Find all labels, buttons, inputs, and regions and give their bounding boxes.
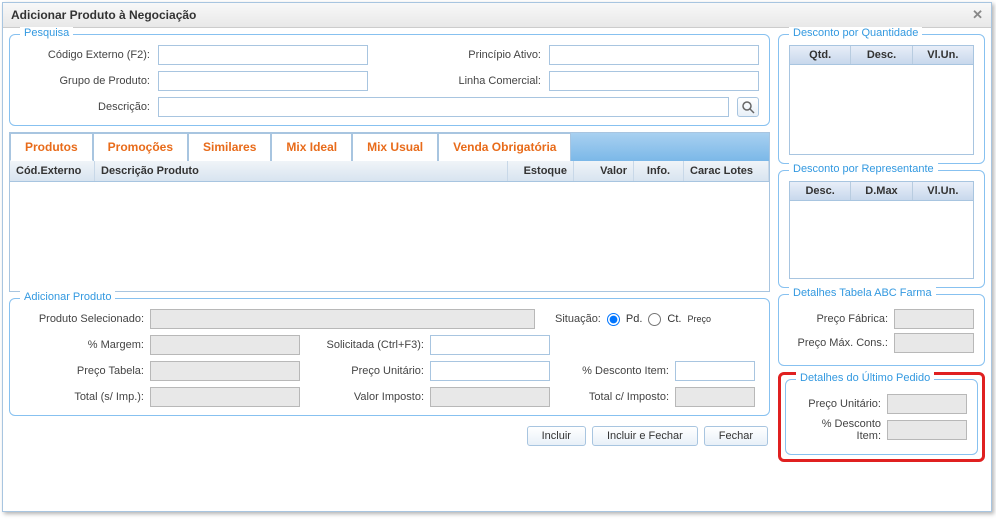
- linha-comercial-label: Linha Comercial:: [431, 75, 541, 87]
- left-column: Pesquisa Código Externo (F2): Princípio …: [9, 34, 770, 462]
- ultimo-preco-unit-label: Preço Unitário:: [796, 398, 881, 410]
- abc-legend: Detalhes Tabela ABC Farma: [789, 287, 936, 299]
- col-vlun[interactable]: Vl.Un.: [913, 46, 973, 64]
- ultimo-pct-desc-label: % Desconto Item:: [796, 418, 881, 442]
- col-qtd[interactable]: Qtd.: [790, 46, 851, 64]
- preco-unitario-label: Preço Unitário:: [320, 365, 430, 377]
- right-column: Desconto por Quantidade Qtd. Desc. Vl.Un…: [778, 34, 985, 462]
- col-desc[interactable]: Desc.: [851, 46, 912, 64]
- ultimo-preco-unit-input: [887, 394, 967, 414]
- situacao-ct-radio[interactable]: [648, 313, 661, 326]
- tab-produtos[interactable]: Produtos: [10, 133, 93, 161]
- total-c-imp-input: [675, 387, 755, 407]
- button-row: Incluir Incluir e Fechar Fechar: [9, 422, 770, 448]
- grupo-produto-input[interactable]: [158, 71, 368, 91]
- produto-sel-input: [150, 309, 535, 329]
- ct-label: Ct.: [667, 313, 681, 325]
- total-c-imp-label: Total c/ Imposto:: [555, 391, 675, 403]
- desconto-qtd-body: [789, 65, 974, 155]
- total-s-imp-label: Total (s/ Imp.):: [20, 391, 150, 403]
- dialog-window: Adicionar Produto à Negociação ✕ Pesquis…: [2, 2, 992, 512]
- preco-fabrica-input: [894, 309, 974, 329]
- solicitada-input[interactable]: [430, 335, 550, 355]
- tab-similares[interactable]: Similares: [188, 133, 271, 161]
- col-valor[interactable]: Valor: [574, 161, 634, 181]
- pct-margem-input: [150, 335, 300, 355]
- grupo-produto-label: Grupo de Produto:: [20, 75, 150, 87]
- desconto-qtd-legend: Desconto por Quantidade: [789, 27, 922, 39]
- preco-max-label: Preço Máx. Cons.:: [789, 337, 888, 349]
- ultimo-pedido-fieldset: Detalhes do Último Pedido Preço Unitário…: [785, 379, 978, 455]
- desconto-qtd-fieldset: Desconto por Quantidade Qtd. Desc. Vl.Un…: [778, 34, 985, 164]
- pct-desconto-label: % Desconto Item:: [555, 365, 675, 377]
- col-dmax[interactable]: D.Max: [851, 182, 912, 200]
- principio-ativo-input[interactable]: [549, 45, 759, 65]
- tab-promocoes[interactable]: Promoções: [93, 133, 188, 161]
- ultimo-pct-desc-input: [887, 420, 967, 440]
- grid-header: Cód.Externo Descrição Produto Estoque Va…: [10, 161, 769, 182]
- pesquisa-fieldset: Pesquisa Código Externo (F2): Princípio …: [9, 34, 770, 126]
- ultimo-pedido-highlight: Detalhes do Último Pedido Preço Unitário…: [778, 372, 985, 462]
- descricao-label: Descrição:: [20, 101, 150, 113]
- principio-ativo-label: Princípio Ativo:: [431, 49, 541, 61]
- search-button[interactable]: [737, 97, 759, 117]
- close-icon[interactable]: ✕: [972, 7, 983, 23]
- pd-label: Pd.: [626, 313, 643, 325]
- tab-body: Cód.Externo Descrição Produto Estoque Va…: [10, 161, 769, 291]
- desconto-rep-fieldset: Desconto por Representante Desc. D.Max V…: [778, 170, 985, 288]
- col-cod-externo[interactable]: Cód.Externo: [10, 161, 95, 181]
- desconto-rep-header: Desc. D.Max Vl.Un.: [789, 181, 974, 201]
- tabs-container: Produtos Promoções Similares Mix Ideal M…: [9, 132, 770, 292]
- abc-farma-fieldset: Detalhes Tabela ABC Farma Preço Fábrica:…: [778, 294, 985, 366]
- tabstrip: Produtos Promoções Similares Mix Ideal M…: [10, 133, 769, 161]
- col-carac-lotes[interactable]: Carac Lotes: [684, 161, 769, 181]
- col-estoque[interactable]: Estoque: [508, 161, 574, 181]
- total-s-imp-input: [150, 387, 300, 407]
- pct-margem-label: % Margem:: [20, 339, 150, 351]
- desconto-rep-body: [789, 201, 974, 279]
- col-desc2[interactable]: Desc.: [790, 182, 851, 200]
- window-title: Adicionar Produto à Negociação: [11, 8, 196, 22]
- col-vlun2[interactable]: Vl.Un.: [913, 182, 973, 200]
- ultimo-legend: Detalhes do Último Pedido: [796, 372, 934, 384]
- fechar-button[interactable]: Fechar: [704, 426, 768, 446]
- adicionar-legend: Adicionar Produto: [20, 291, 115, 303]
- descricao-input[interactable]: [158, 97, 729, 117]
- col-info[interactable]: Info.: [634, 161, 684, 181]
- valor-imposto-input: [430, 387, 550, 407]
- adicionar-produto-fieldset: Adicionar Produto Produto Selecionado: S…: [9, 298, 770, 416]
- preco-unitario-input[interactable]: [430, 361, 550, 381]
- produto-sel-label: Produto Selecionado:: [20, 313, 150, 325]
- incluir-fechar-button[interactable]: Incluir e Fechar: [592, 426, 698, 446]
- tab-venda-obrigatoria[interactable]: Venda Obrigatória: [438, 133, 571, 161]
- situacao-label: Situação:: [555, 313, 601, 325]
- preco-super-label: Preço: [687, 314, 711, 324]
- codigo-externo-input[interactable]: [158, 45, 368, 65]
- content-area: Pesquisa Código Externo (F2): Princípio …: [3, 28, 991, 468]
- magnifier-icon: [742, 101, 755, 114]
- preco-fabrica-label: Preço Fábrica:: [789, 313, 888, 325]
- pesquisa-legend: Pesquisa: [20, 27, 73, 39]
- tab-mix-usual[interactable]: Mix Usual: [352, 133, 438, 161]
- pct-desconto-input[interactable]: [675, 361, 755, 381]
- col-descricao[interactable]: Descrição Produto: [95, 161, 508, 181]
- tab-mix-ideal[interactable]: Mix Ideal: [271, 133, 352, 161]
- preco-tabela-label: Preço Tabela:: [20, 365, 150, 377]
- desconto-qtd-header: Qtd. Desc. Vl.Un.: [789, 45, 974, 65]
- valor-imposto-label: Valor Imposto:: [320, 391, 430, 403]
- linha-comercial-input[interactable]: [549, 71, 759, 91]
- desconto-rep-legend: Desconto por Representante: [789, 163, 938, 175]
- titlebar: Adicionar Produto à Negociação ✕: [3, 3, 991, 28]
- codigo-externo-label: Código Externo (F2):: [20, 49, 150, 61]
- solicitada-label: Solicitada (Ctrl+F3):: [320, 339, 430, 351]
- situacao-pd-radio[interactable]: [607, 313, 620, 326]
- preco-tabela-input: [150, 361, 300, 381]
- incluir-button[interactable]: Incluir: [527, 426, 586, 446]
- preco-max-input: [894, 333, 974, 353]
